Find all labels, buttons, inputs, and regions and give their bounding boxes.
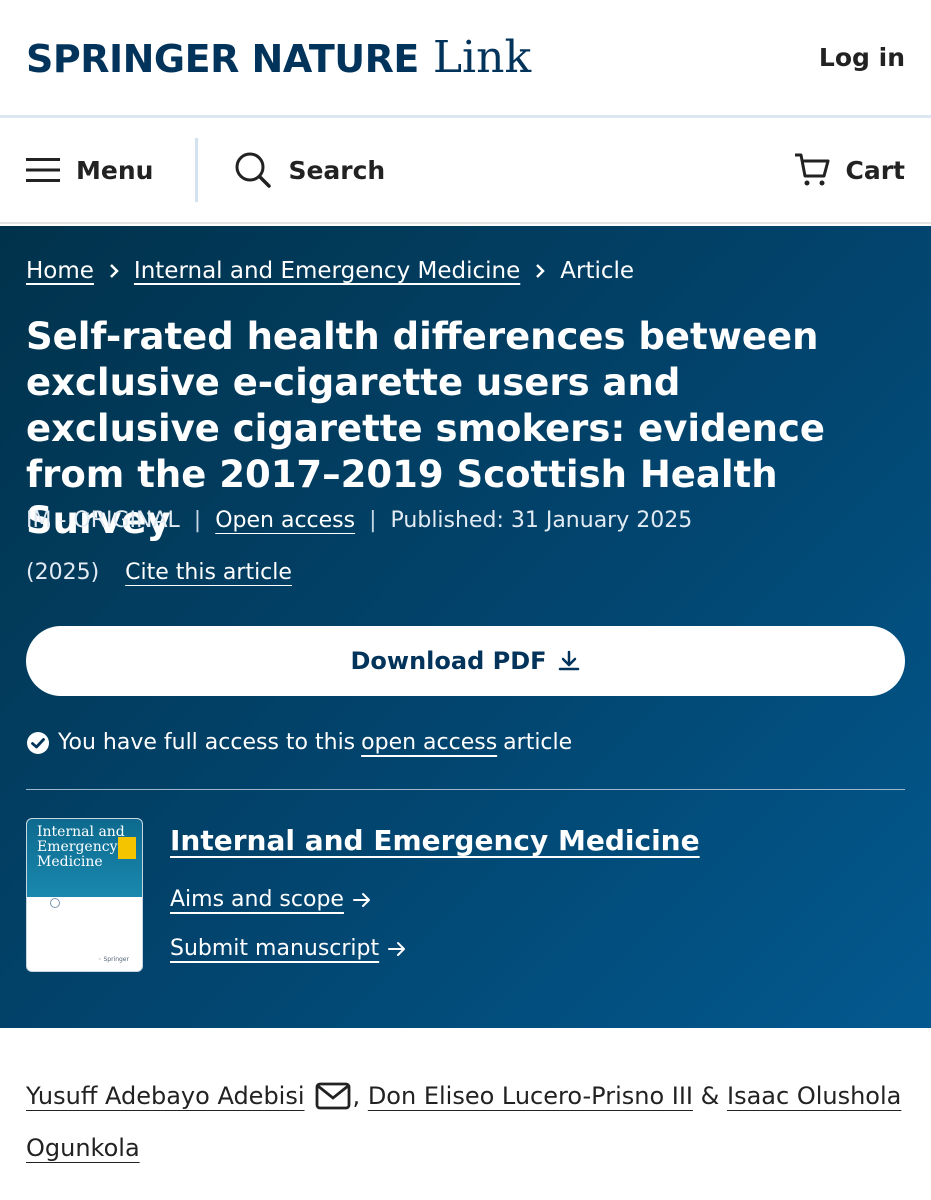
article-meta-2: (2025) Cite this article <box>26 560 292 585</box>
arrow-right-icon <box>388 941 406 956</box>
nav-bar: Menu Search Cart <box>0 118 931 224</box>
article-year: (2025) <box>26 560 100 585</box>
login-link[interactable]: Log in <box>819 43 905 72</box>
access-suffix: article <box>503 730 573 755</box>
chevron-right-icon <box>108 263 120 279</box>
logo-product: Link <box>432 32 532 83</box>
aims-and-scope-label: Aims and scope <box>170 887 344 912</box>
chevron-right-icon <box>534 263 546 279</box>
open-access-link[interactable]: Open access <box>215 508 355 533</box>
article-type: IM - ORIGINAL <box>26 508 180 533</box>
check-circle-icon <box>27 731 49 754</box>
hamburger-icon <box>26 158 60 182</box>
breadcrumb-journal[interactable]: Internal and Emergency Medicine <box>134 258 520 284</box>
site-header: SPRINGER NATURE Link Log in <box>0 0 931 118</box>
submit-manuscript-label: Submit manuscript <box>170 936 380 961</box>
cite-article-link[interactable]: Cite this article <box>125 560 292 585</box>
journal-title-link[interactable]: Internal and Emergency Medicine <box>170 824 700 857</box>
springer-logo-icon: ◦ Springer <box>98 956 129 963</box>
menu-button[interactable]: Menu <box>26 138 199 202</box>
cart-label: Cart <box>845 155 906 185</box>
cover-badge <box>118 837 136 859</box>
cart-button[interactable]: Cart <box>794 152 906 188</box>
hero-divider <box>26 789 905 790</box>
cart-icon <box>794 153 829 186</box>
email-icon[interactable] <box>315 1082 351 1110</box>
author-list: Yusuff Adebayo Adebisi, Don Eliseo Lucer… <box>26 1070 906 1174</box>
download-icon <box>558 650 579 671</box>
cover-seal-icon <box>50 898 60 908</box>
breadcrumb-home[interactable]: Home <box>26 258 94 284</box>
author-separator: , <box>352 1082 361 1110</box>
access-notice: You have full access to this open access… <box>26 730 572 755</box>
author-separator: & <box>700 1082 720 1110</box>
author-link[interactable]: Don Eliseo Lucero-Prisno III <box>368 1082 693 1110</box>
breadcrumb: Home Internal and Emergency Medicine Art… <box>26 258 634 284</box>
article-hero: Home Internal and Emergency Medicine Art… <box>0 226 931 1028</box>
springer-nature-link-logo[interactable]: SPRINGER NATURE Link <box>26 32 531 83</box>
meta-divider: | <box>369 508 377 533</box>
article-meta: IM - ORIGINAL | Open access | Published:… <box>26 508 692 533</box>
aims-and-scope-link[interactable]: Aims and scope <box>170 887 700 912</box>
download-pdf-label: Download PDF <box>350 647 547 675</box>
breadcrumb-current: Article <box>560 258 635 284</box>
access-prefix: You have full access to this <box>58 730 356 755</box>
submit-manuscript-link[interactable]: Submit manuscript <box>170 936 700 961</box>
menu-label: Menu <box>76 155 154 185</box>
logo-brand: SPRINGER NATURE <box>26 37 419 81</box>
search-icon <box>235 152 272 188</box>
search-button[interactable]: Search <box>198 151 385 189</box>
arrow-right-icon <box>352 892 370 907</box>
meta-divider: | <box>193 508 202 533</box>
download-pdf-button[interactable]: Download PDF <box>26 626 905 696</box>
access-open-access-link[interactable]: open access <box>361 730 497 755</box>
journal-cover-image[interactable]: Internal and Emergency Medicine ◦ Spring… <box>26 818 143 972</box>
author-link[interactable]: Yusuff Adebayo Adebisi <box>26 1082 305 1110</box>
published-date: Published: 31 January 2025 <box>390 508 693 533</box>
search-label: Search <box>288 155 386 185</box>
journal-block: Internal and Emergency Medicine ◦ Spring… <box>26 818 700 972</box>
